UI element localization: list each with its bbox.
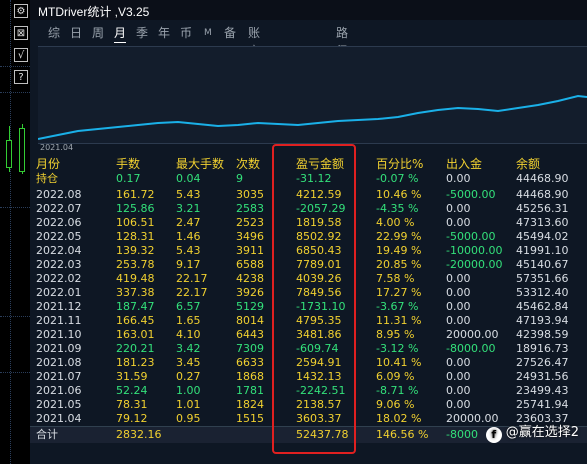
tab-week[interactable]: 周 — [92, 24, 104, 42]
window-title: MTDriver统计 ,V3.25 — [38, 5, 150, 19]
candle-body — [19, 128, 25, 172]
settings-icon[interactable]: ⚙ — [14, 4, 28, 18]
header-flow[interactable]: 出入金 — [446, 156, 482, 172]
holding-balance: 44468.90 — [516, 172, 569, 185]
header-month[interactable]: 月份 — [36, 156, 60, 172]
help-icon[interactable]: ? — [14, 70, 28, 84]
left-toolbar: ⚙ ⊠ √ ? — [0, 0, 30, 464]
tab-path[interactable]: 路径 — [336, 24, 348, 58]
auto-icon[interactable]: ⊠ — [14, 26, 28, 40]
watermark-text: @赢在选择2 — [505, 425, 579, 440]
watermark: f @赢在选择2 — [485, 421, 579, 443]
holding-label: 持仓 — [36, 172, 58, 185]
header-count[interactable]: 次数 — [236, 156, 260, 172]
tab-day[interactable]: 日 — [70, 24, 82, 42]
row-month: 2021.04 — [36, 412, 82, 425]
row-count: 1515 — [236, 412, 264, 425]
watermark-icon: f — [485, 427, 502, 443]
candle-body — [6, 140, 12, 168]
tab-year[interactable]: 年 — [158, 24, 170, 42]
tab-notes[interactable]: 备 — [224, 24, 236, 42]
grid-line — [10, 0, 11, 464]
total-label: 合计 — [36, 428, 58, 441]
tab-magic[interactable]: M — [204, 24, 212, 42]
holding-max-lots: 0.04 — [176, 172, 201, 185]
header-max-lots[interactable]: 最大手数 — [176, 156, 224, 172]
total-lots: 2832.16 — [116, 428, 162, 441]
row-pct: 18.02 % — [376, 412, 422, 425]
grid-line — [0, 92, 30, 93]
header-balance[interactable]: 余额 — [516, 156, 540, 172]
holding-lots: 0.17 — [116, 172, 141, 185]
balance-curve — [37, 94, 587, 140]
tab-month[interactable]: 月 — [114, 24, 127, 43]
row-max-lots: 0.95 — [176, 412, 201, 425]
grid-line — [0, 316, 30, 317]
balance-chart — [37, 46, 587, 144]
header-percent[interactable]: 百分比% — [376, 156, 423, 172]
holding-pct: -0.07 % — [376, 172, 419, 185]
grid-line — [0, 207, 30, 208]
stats-panel: MTDriver统计 ,V3.25 综 日 周 月 季 年 币 M 备 账户 路… — [30, 0, 587, 464]
tab-quarter[interactable]: 季 — [136, 24, 148, 42]
header-lots[interactable]: 手数 — [116, 156, 140, 172]
total-pct: 146.56 % — [376, 428, 429, 441]
title-bar: MTDriver统计 ,V3.25 — [30, 0, 587, 20]
tab-account[interactable]: 账户 — [248, 24, 260, 58]
row-lots: 79.12 — [116, 412, 148, 425]
holding-flow: 0.00 — [446, 172, 471, 185]
grid-line — [0, 372, 30, 373]
check-icon[interactable]: √ — [14, 48, 28, 62]
tab-currency[interactable]: 币 — [180, 24, 192, 42]
grid-line — [0, 66, 30, 67]
holding-count: 9 — [236, 172, 243, 185]
chart-start-date: 2021.04 — [40, 143, 74, 152]
tab-summary[interactable]: 综 — [48, 24, 60, 42]
pnl-highlight-box — [272, 144, 356, 454]
total-flow: -8000 — [446, 428, 478, 441]
